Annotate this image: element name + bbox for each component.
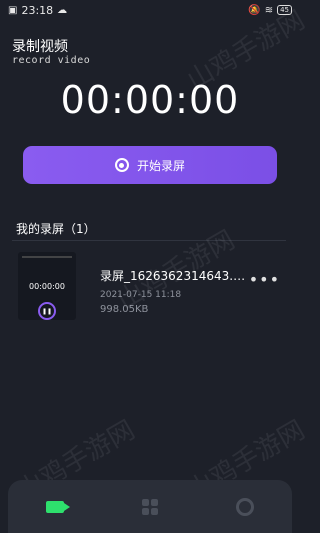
pause-icon: ❚❚ bbox=[38, 302, 56, 320]
bottom-navigation bbox=[8, 480, 292, 533]
start-recording-button[interactable]: 开始录屏 bbox=[23, 146, 277, 184]
recording-timer: 00:00:00 bbox=[60, 78, 240, 122]
start-recording-label: 开始录屏 bbox=[136, 158, 185, 173]
status-time: 23:18 bbox=[21, 3, 54, 17]
nav-apps[interactable] bbox=[130, 487, 170, 527]
recording-name: 录屏_1626362314643.… bbox=[100, 269, 246, 283]
recording-size: 998.05KB bbox=[100, 304, 149, 315]
battery-indicator: 45 bbox=[277, 5, 292, 15]
wifi-icon: ≋ bbox=[264, 4, 274, 16]
nav-record[interactable] bbox=[35, 487, 75, 527]
recording-thumbnail[interactable]: 00:00:00 ❚❚ bbox=[18, 252, 76, 320]
recordings-section-title: 我的录屏（1） bbox=[16, 222, 96, 236]
more-options-icon[interactable]: ••• bbox=[249, 270, 280, 289]
grid-icon bbox=[141, 498, 158, 515]
recording-date: 2021-07-15 11:18 bbox=[100, 290, 182, 300]
mute-icon: 🔕 bbox=[248, 4, 261, 16]
recording-list-item[interactable]: 00:00:00 ❚❚ 录屏_1626362314643.… 2021-07-1… bbox=[12, 250, 288, 322]
cloud-icon: ☁ bbox=[57, 4, 68, 16]
app-notification-icon: ▣ bbox=[8, 4, 18, 16]
settings-icon bbox=[235, 497, 254, 516]
record-icon bbox=[114, 158, 129, 172]
page-subtitle: record video bbox=[12, 55, 91, 66]
nav-settings[interactable] bbox=[225, 487, 265, 527]
camera-icon bbox=[46, 500, 71, 513]
thumbnail-timer: 00:00:00 bbox=[29, 282, 65, 291]
divider bbox=[12, 240, 286, 241]
page-title: 录制视频 bbox=[12, 39, 68, 55]
status-bar: ▣ 23:18 ☁ 🔕 ≋ 45 bbox=[0, 0, 300, 20]
thumbnail-status-bar bbox=[22, 256, 72, 258]
